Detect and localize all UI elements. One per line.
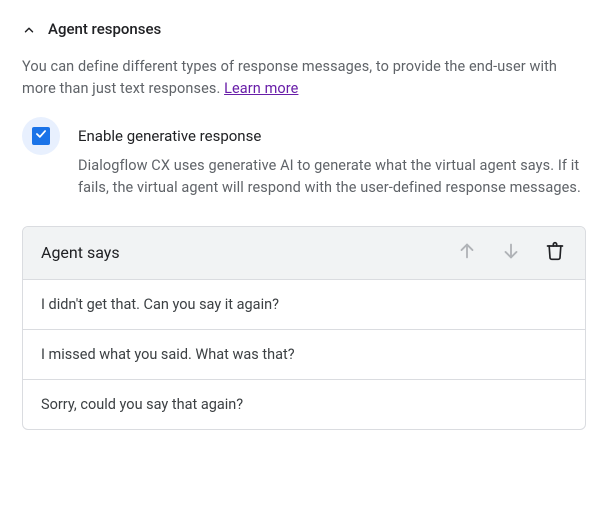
table-row[interactable]: I missed what you said. What was that? <box>23 330 585 380</box>
response-text: I didn't get that. Can you say it again? <box>41 296 279 313</box>
enable-generative-description: Dialogflow CX uses generative AI to gene… <box>78 155 586 200</box>
section-title: Agent responses <box>48 20 161 38</box>
checkbox-text-block: Enable generative response Dialogflow CX… <box>78 121 586 200</box>
checkbox-halo <box>22 117 60 155</box>
section-description: You can define different types of respon… <box>22 56 586 101</box>
arrow-down-icon <box>500 240 522 266</box>
table-row[interactable]: I didn't get that. Can you say it again? <box>23 280 585 330</box>
agent-says-table: Agent says I didn't get that. Can you sa… <box>22 226 586 430</box>
arrow-up-icon <box>456 240 478 266</box>
enable-generative-checkbox[interactable] <box>32 127 50 145</box>
check-icon <box>34 127 48 145</box>
agent-says-header: Agent says <box>23 227 585 280</box>
chevron-up-icon <box>22 23 34 35</box>
table-row[interactable]: Sorry, could you say that again? <box>23 380 585 429</box>
enable-generative-label: Enable generative response <box>78 127 586 145</box>
delete-button[interactable] <box>543 241 567 265</box>
move-up-button[interactable] <box>455 241 479 265</box>
section-header[interactable]: Agent responses <box>22 20 586 38</box>
move-down-button[interactable] <box>499 241 523 265</box>
trash-icon <box>545 241 565 265</box>
learn-more-link[interactable]: Learn more <box>224 80 298 97</box>
response-text: I missed what you said. What was that? <box>41 346 295 363</box>
response-text: Sorry, could you say that again? <box>41 396 243 413</box>
enable-generative-row: Enable generative response Dialogflow CX… <box>22 121 586 200</box>
agent-says-header-title: Agent says <box>41 243 435 262</box>
